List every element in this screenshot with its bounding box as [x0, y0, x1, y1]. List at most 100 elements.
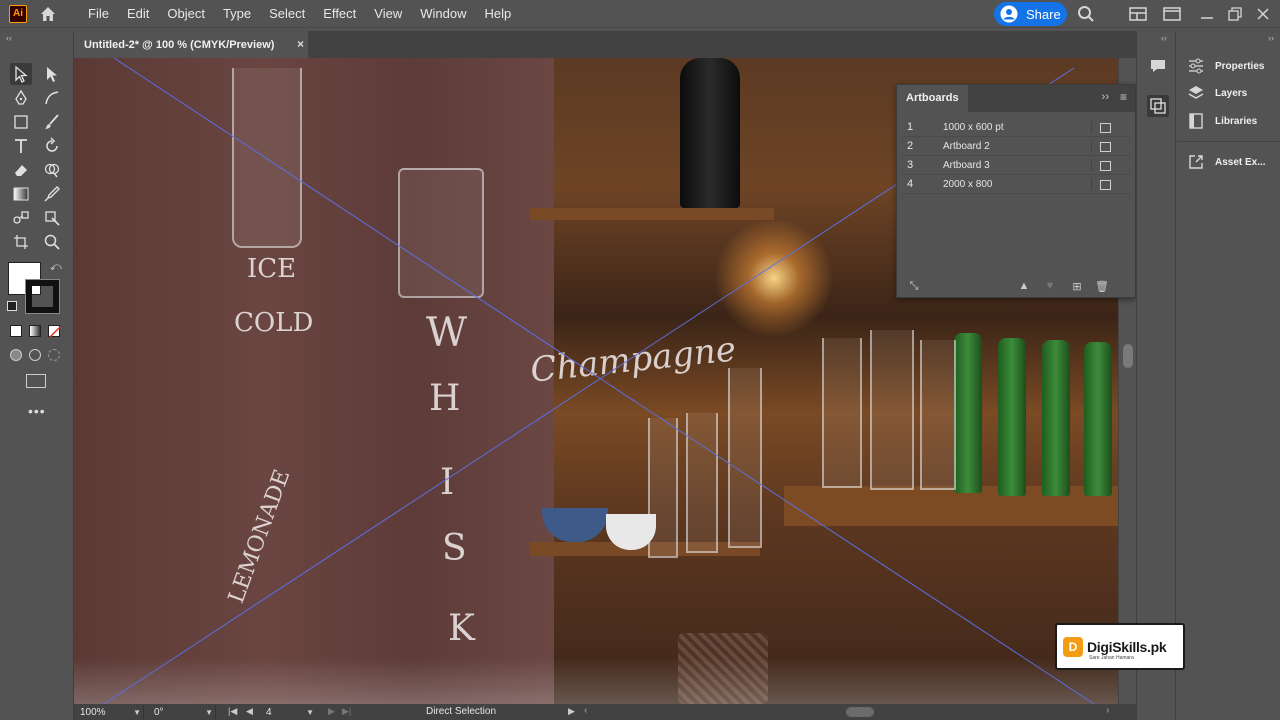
artboard-name[interactable]: 1000 x 600 pt [943, 122, 1091, 133]
share-button[interactable]: Share [994, 2, 1067, 26]
window-frame-icon[interactable] [1163, 5, 1181, 23]
collapse-dock-icon[interactable]: ›› [1268, 33, 1274, 43]
menu-effect[interactable]: Effect [314, 0, 365, 28]
search-icon[interactable] [1077, 5, 1095, 23]
menu-view[interactable]: View [365, 0, 411, 28]
none-mode-icon[interactable] [48, 325, 61, 338]
artboard-options-icon[interactable] [1091, 178, 1111, 190]
collapse-toolbar-icon[interactable]: ‹‹ [6, 33, 12, 43]
artboards-panel-footer: ⤡ ▲ ▼ ⊞ 🗑 [897, 275, 1135, 297]
gradient-mode-icon[interactable] [29, 325, 41, 337]
artboards-panel-icon[interactable] [1147, 95, 1169, 117]
artboard-row[interactable]: 2 Artboard 2 [903, 137, 1129, 156]
rotation-dropdown[interactable]: 0° ▼ [148, 705, 216, 719]
dock-separator [1177, 141, 1280, 142]
rectangle-tool-icon[interactable] [10, 111, 32, 133]
artboard-tool-icon[interactable] [10, 231, 32, 253]
blend-tool-icon[interactable] [10, 207, 32, 229]
artboard-options-icon[interactable] [1091, 159, 1111, 171]
panel-menu-icon[interactable]: ≡ [1120, 90, 1127, 104]
new-artboard-icon[interactable]: ⊞ [1070, 279, 1084, 293]
artboard-name[interactable]: 2000 x 800 [943, 179, 1091, 190]
digiskills-tagline: Sare Jahan Hamara [1089, 655, 1134, 661]
rearrange-artboards-icon[interactable]: ⤡ [907, 279, 921, 293]
paintbrush-tool-icon[interactable] [41, 111, 63, 133]
artboard-row[interactable]: 1 1000 x 600 pt [903, 118, 1129, 137]
eyedropper-tool-icon[interactable] [41, 183, 63, 205]
menu-object[interactable]: Object [158, 0, 214, 28]
artboard-navigation-dropdown[interactable]: 4 ▼ [260, 705, 316, 719]
stroke-swatch[interactable] [25, 279, 60, 314]
artboards-list: 1 1000 x 600 pt 2 Artboard 2 3 Artboard … [897, 112, 1135, 194]
artboard-row[interactable]: 3 Artboard 3 [903, 156, 1129, 175]
chevron-down-icon: ▼ [306, 707, 314, 717]
last-artboard-icon[interactable]: ▶| [342, 706, 351, 717]
curvature-tool-icon[interactable] [41, 87, 63, 109]
next-artboard-icon[interactable]: ▶ [328, 706, 335, 717]
document-tab-bar: Untitled-2* @ 100 % (CMYK/Preview) × [74, 31, 1136, 58]
eraser-tool-icon[interactable] [10, 159, 32, 181]
layers-panel-button[interactable]: Layers [1187, 82, 1247, 104]
collapsed-panel-dock: ‹‹ [1136, 31, 1176, 720]
expand-dock-icon[interactable]: ‹‹ [1161, 33, 1167, 43]
gradient-tool-icon[interactable] [10, 183, 32, 205]
draw-behind-icon[interactable] [29, 349, 41, 361]
properties-panel-button[interactable]: Properties [1187, 55, 1264, 77]
status-bar: 100% ▼ 0° ▼ |◀ ◀ 4 ▼ ▶ ▶| Direct Selecti… [74, 704, 1136, 720]
artboard-options-icon[interactable] [1091, 140, 1111, 152]
pen-tool-icon[interactable] [10, 87, 32, 109]
swap-fill-stroke-icon[interactable]: ⤺ [50, 261, 62, 274]
first-artboard-icon[interactable]: |◀ [228, 706, 237, 717]
menu-type[interactable]: Type [214, 0, 260, 28]
menu-window[interactable]: Window [411, 0, 475, 28]
close-tab-icon[interactable]: × [297, 37, 304, 51]
horizontal-scrollbar-thumb[interactable] [846, 707, 874, 717]
artboard-name[interactable]: Artboard 3 [943, 160, 1091, 171]
libraries-panel-button[interactable]: Libraries [1187, 110, 1257, 132]
menu-edit[interactable]: Edit [118, 0, 158, 28]
scroll-left-icon[interactable]: ‹ [584, 705, 587, 716]
document-tab[interactable]: Untitled-2* @ 100 % (CMYK/Preview) × [74, 31, 308, 58]
selection-tool-icon[interactable] [10, 63, 32, 85]
menu-file[interactable]: File [79, 0, 118, 28]
status-menu-icon[interactable]: ▶ [568, 706, 575, 717]
edit-toolbar-icon[interactable]: ••• [28, 403, 46, 419]
illustrator-logo: Ai [9, 4, 27, 23]
collapse-panel-icon[interactable]: ›› [1102, 91, 1109, 103]
artboard-number: 3 [907, 159, 914, 171]
comments-icon[interactable] [1147, 55, 1169, 77]
current-tool-label: Direct Selection [426, 706, 497, 717]
close-window-icon[interactable] [1254, 5, 1272, 23]
draw-mode-icon[interactable] [10, 349, 22, 361]
menu-select[interactable]: Select [260, 0, 314, 28]
type-tool-icon[interactable] [10, 135, 32, 157]
scroll-right-icon[interactable]: › [1106, 705, 1109, 716]
rotate-tool-icon[interactable] [41, 135, 63, 157]
zoom-tool-icon[interactable] [41, 231, 63, 253]
artboards-tab[interactable]: Artboards [897, 85, 968, 112]
restore-icon[interactable] [1226, 5, 1244, 23]
artboard-options-icon[interactable] [1091, 121, 1111, 133]
scrollbar-thumb[interactable] [1123, 344, 1133, 368]
default-colors-icon[interactable] [7, 301, 17, 311]
arrange-documents-icon[interactable] [1129, 5, 1147, 23]
artboard-name[interactable]: Artboard 2 [943, 141, 1091, 152]
menu-help[interactable]: Help [475, 0, 520, 28]
previous-artboard-icon[interactable]: ◀ [246, 706, 253, 717]
move-down-icon[interactable]: ▼ [1043, 279, 1057, 293]
minimize-icon[interactable] [1198, 5, 1216, 23]
delete-artboard-icon[interactable]: 🗑 [1095, 279, 1109, 293]
zoom-value: 100% [80, 706, 106, 718]
zoom-dropdown[interactable]: 100% ▼ [74, 705, 144, 719]
direct-selection-tool-icon[interactable] [41, 63, 63, 85]
color-mode-icon[interactable] [10, 325, 22, 337]
shape-builder-tool-icon[interactable] [41, 159, 63, 181]
move-up-icon[interactable]: ▲ [1017, 279, 1031, 293]
live-paint-tool-icon[interactable] [41, 207, 63, 229]
artboard-row[interactable]: 4 2000 x 800 [903, 175, 1129, 194]
layers-icon [1187, 84, 1205, 102]
draw-inside-icon[interactable] [48, 349, 60, 361]
screen-mode-icon[interactable] [26, 374, 46, 388]
asset-export-panel-button[interactable]: Asset Ex... [1187, 151, 1266, 173]
home-icon[interactable] [37, 4, 59, 24]
